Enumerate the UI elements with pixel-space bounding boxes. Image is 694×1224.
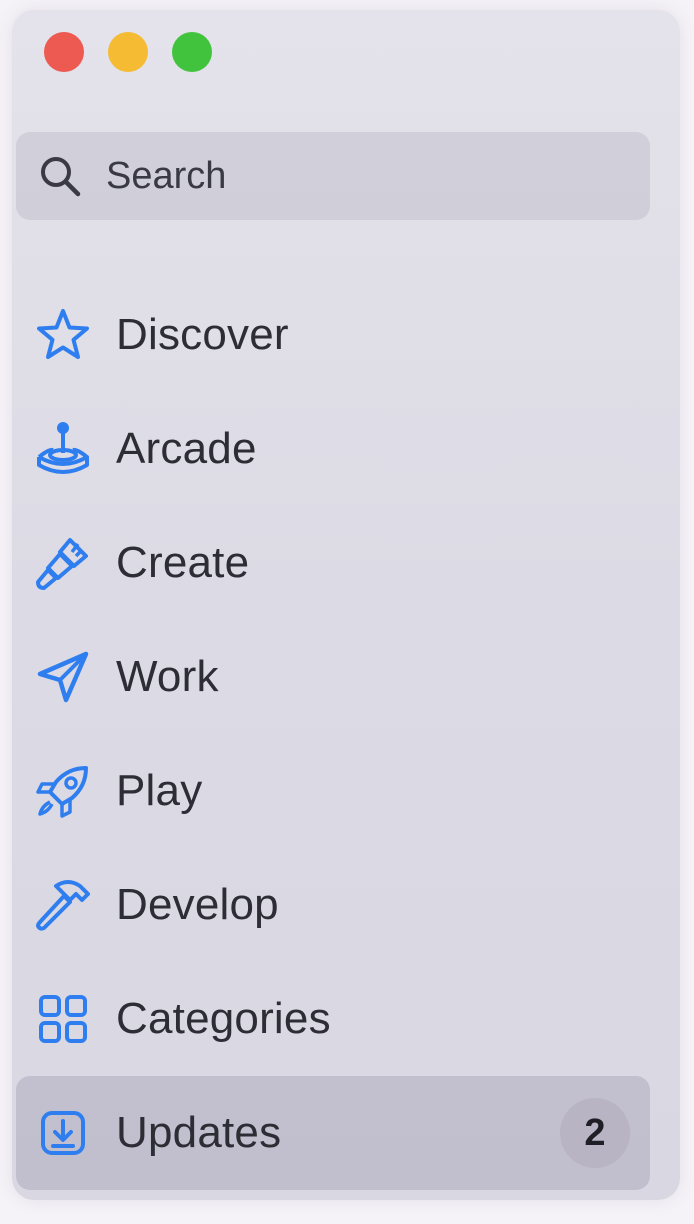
sidebar-item-label: Play	[116, 766, 203, 815]
sidebar-item-label: Categories	[116, 994, 331, 1043]
sidebar-nav: Discover Arcade Create Work Play Develop…	[12, 278, 680, 1190]
sidebar-item-work[interactable]: Work	[12, 620, 680, 734]
rocket-icon	[32, 760, 94, 822]
grid-icon	[32, 988, 94, 1050]
window-controls	[44, 32, 212, 72]
sidebar-item-label: Updates	[116, 1108, 282, 1157]
sidebar-item-discover[interactable]: Discover	[12, 278, 680, 392]
sidebar-item-develop[interactable]: Develop	[12, 848, 680, 962]
star-icon	[32, 304, 94, 366]
search-bar[interactable]	[16, 132, 650, 220]
hammer-icon	[32, 874, 94, 936]
app-window: Discover Arcade	[12, 10, 680, 1200]
sidebar-item-label: Create	[116, 538, 250, 587]
sidebar-item-categories[interactable]: Categories	[12, 962, 680, 1076]
minimize-button[interactable]	[108, 32, 148, 72]
search-input[interactable]	[106, 154, 586, 198]
download-icon	[32, 1102, 94, 1164]
sidebar-item-label: Work	[116, 652, 219, 701]
close-button[interactable]	[44, 32, 84, 72]
sidebar-item-label: Discover	[116, 310, 289, 359]
sidebar-item-label: Arcade	[116, 424, 257, 473]
paintbrush-icon	[32, 532, 94, 594]
paperplane-icon	[32, 646, 94, 708]
sidebar-item-arcade[interactable]: Arcade	[12, 392, 680, 506]
sidebar-item-label: Develop	[116, 880, 279, 929]
maximize-button[interactable]	[172, 32, 212, 72]
joystick-icon	[32, 418, 94, 480]
updates-count-badge: 2	[560, 1098, 630, 1168]
sidebar-item-create[interactable]: Create	[12, 506, 680, 620]
sidebar-item-play[interactable]: Play	[12, 734, 680, 848]
sidebar-item-updates[interactable]: Updates 2	[16, 1076, 650, 1190]
search-icon	[38, 154, 82, 198]
